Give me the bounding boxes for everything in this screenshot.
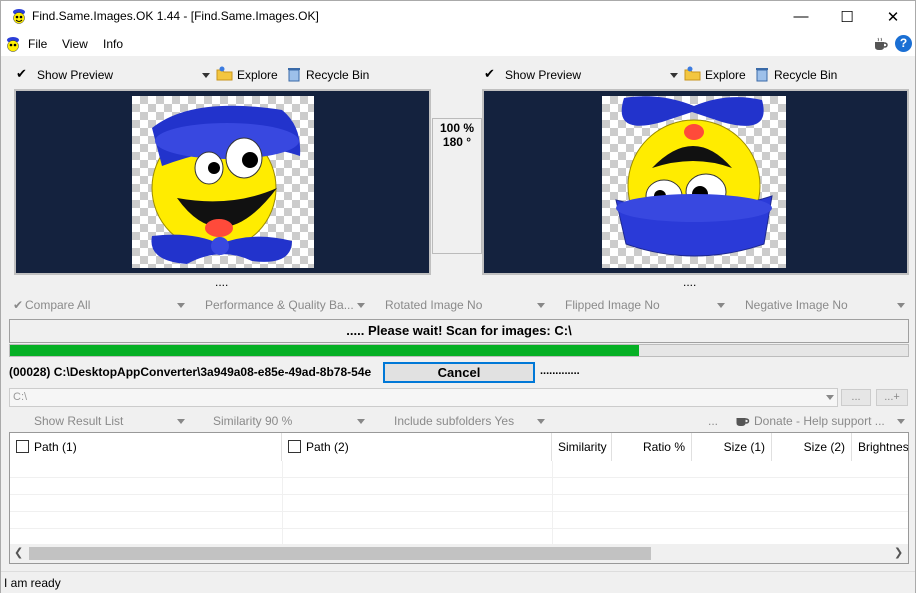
table-row[interactable] [10, 495, 908, 512]
minimize-button[interactable]: — [778, 1, 824, 32]
chevron-down-icon[interactable] [826, 395, 834, 400]
menu-view[interactable]: View [62, 37, 88, 51]
smiley-image-right [615, 96, 773, 257]
zoom-level: 100 % [439, 121, 475, 135]
title-bar: Find.Same.Images.OK 1.44 - [Find.Same.Im… [1, 1, 915, 32]
scan-dots: ............. [540, 365, 580, 377]
menu-file[interactable]: File [28, 37, 47, 51]
chevron-down-icon[interactable] [670, 73, 678, 78]
donate-link[interactable]: Donate - Help support ... [754, 414, 885, 428]
app-menu-icon[interactable] [5, 36, 21, 52]
compare-info-panel: 100 % 180 ° [432, 118, 482, 254]
preview-left-dots: .... [215, 275, 229, 289]
table-row[interactable] [10, 461, 908, 478]
chevron-down-icon[interactable] [357, 419, 365, 424]
chevron-down-icon[interactable] [177, 303, 185, 308]
preview-image-left [132, 96, 314, 268]
flipped-image-option[interactable]: Flipped Image No [565, 298, 660, 312]
scan-progress-fill [10, 345, 639, 356]
app-logo-icon [13, 9, 25, 24]
folder-icon[interactable] [216, 66, 233, 82]
scan-progress-bar [9, 344, 909, 357]
preview-image-right [602, 96, 786, 268]
cancel-button[interactable]: Cancel [383, 362, 535, 383]
result-list[interactable]: Path (1) Path (2) Similarity Ratio % Siz… [9, 432, 909, 564]
window-title: Find.Same.Images.OK 1.44 - [Find.Same.Im… [32, 9, 319, 23]
column-divider [282, 461, 283, 544]
folder-icon[interactable] [684, 66, 701, 82]
performance-quality-option[interactable]: Performance & Quality Ba... [205, 298, 363, 312]
preview-right-dots: .... [683, 275, 697, 289]
explore-button-right[interactable]: Explore [705, 68, 746, 82]
chevron-down-icon[interactable] [202, 73, 210, 78]
column-header-size1[interactable]: Size (1) [692, 433, 772, 461]
column-header-ratio[interactable]: Ratio % [612, 433, 692, 461]
compare-all-check[interactable]: ✔ [13, 298, 23, 312]
smiley-image-left [151, 105, 301, 264]
chevron-down-icon[interactable] [717, 303, 725, 308]
show-preview-left[interactable]: Show Preview [37, 68, 113, 82]
add-folder-button[interactable]: ...+ [876, 389, 908, 406]
table-row[interactable] [10, 512, 908, 529]
preview-left[interactable] [14, 89, 431, 275]
chevron-down-icon[interactable] [537, 303, 545, 308]
folder-path-combo[interactable]: C:\ [9, 388, 838, 407]
coffee-cup-icon[interactable] [733, 412, 750, 428]
chevron-down-icon[interactable] [537, 419, 545, 424]
maximize-button[interactable]: ☐ [824, 1, 870, 32]
status-text: I am ready [4, 576, 61, 590]
compare-all-option[interactable]: Compare All [25, 298, 90, 312]
recycle-bin-button-left[interactable]: Recycle Bin [306, 68, 369, 82]
app-window: Find.Same.Images.OK 1.44 - [Find.Same.Im… [0, 0, 916, 593]
chevron-down-icon[interactable] [177, 419, 185, 424]
negative-image-option[interactable]: Negative Image No [745, 298, 848, 312]
scroll-right-icon[interactable]: ❯ [894, 546, 903, 559]
column-header-path1[interactable]: Path (1) [10, 433, 282, 461]
rotation-angle: 180 ° [442, 135, 472, 149]
horizontal-scrollbar[interactable]: ❮ ❯ [10, 544, 908, 563]
column-label-path2: Path (2) [306, 440, 349, 454]
show-preview-check-left[interactable]: ✔ [16, 66, 27, 82]
chevron-down-icon[interactable] [357, 303, 365, 308]
column-header-similarity[interactable]: Similarity [552, 433, 612, 461]
show-result-list-option[interactable]: Show Result List [34, 414, 123, 428]
select-all-path2-checkbox[interactable] [288, 440, 301, 453]
column-label-path1: Path (1) [34, 440, 77, 454]
menu-info[interactable]: Info [103, 37, 123, 51]
coffee-cup-icon[interactable] [872, 36, 888, 52]
rotated-image-option[interactable]: Rotated Image No [385, 298, 482, 312]
column-header-size2[interactable]: Size (2) [772, 433, 852, 461]
more-options[interactable]: ... [708, 414, 718, 428]
explore-button-left[interactable]: Explore [237, 68, 278, 82]
chevron-down-icon[interactable] [897, 419, 905, 424]
scroll-left-icon[interactable]: ❮ [14, 546, 23, 559]
recycle-bin-icon[interactable] [287, 67, 301, 82]
show-preview-right[interactable]: Show Preview [505, 68, 581, 82]
recycle-bin-icon[interactable] [755, 67, 769, 82]
browse-folder-button[interactable]: ... [841, 389, 871, 406]
scan-status: ..... Please wait! Scan for images: C:\ [9, 319, 909, 343]
similarity-option[interactable]: Similarity 90 % [213, 414, 292, 428]
column-divider [552, 461, 553, 544]
menu-bar: File View Info ? [1, 32, 915, 56]
column-header-path2[interactable]: Path (2) [282, 433, 552, 461]
include-subfolders-option[interactable]: Include subfolders Yes [394, 414, 514, 428]
recycle-bin-button-right[interactable]: Recycle Bin [774, 68, 837, 82]
scrollbar-thumb[interactable] [29, 547, 651, 560]
close-button[interactable]: ✕ [870, 1, 916, 32]
select-all-path1-checkbox[interactable] [16, 440, 29, 453]
show-preview-check-right[interactable]: ✔ [484, 66, 495, 82]
chevron-down-icon[interactable] [897, 303, 905, 308]
column-header-brightness[interactable]: Brightness [852, 433, 908, 461]
table-row[interactable] [10, 478, 908, 495]
preview-right[interactable] [482, 89, 909, 275]
current-scan-path: (00028) C:\DesktopAppConverter\3a949a08-… [9, 365, 372, 379]
help-icon[interactable]: ? [895, 35, 912, 52]
status-bar: I am ready [1, 571, 915, 593]
